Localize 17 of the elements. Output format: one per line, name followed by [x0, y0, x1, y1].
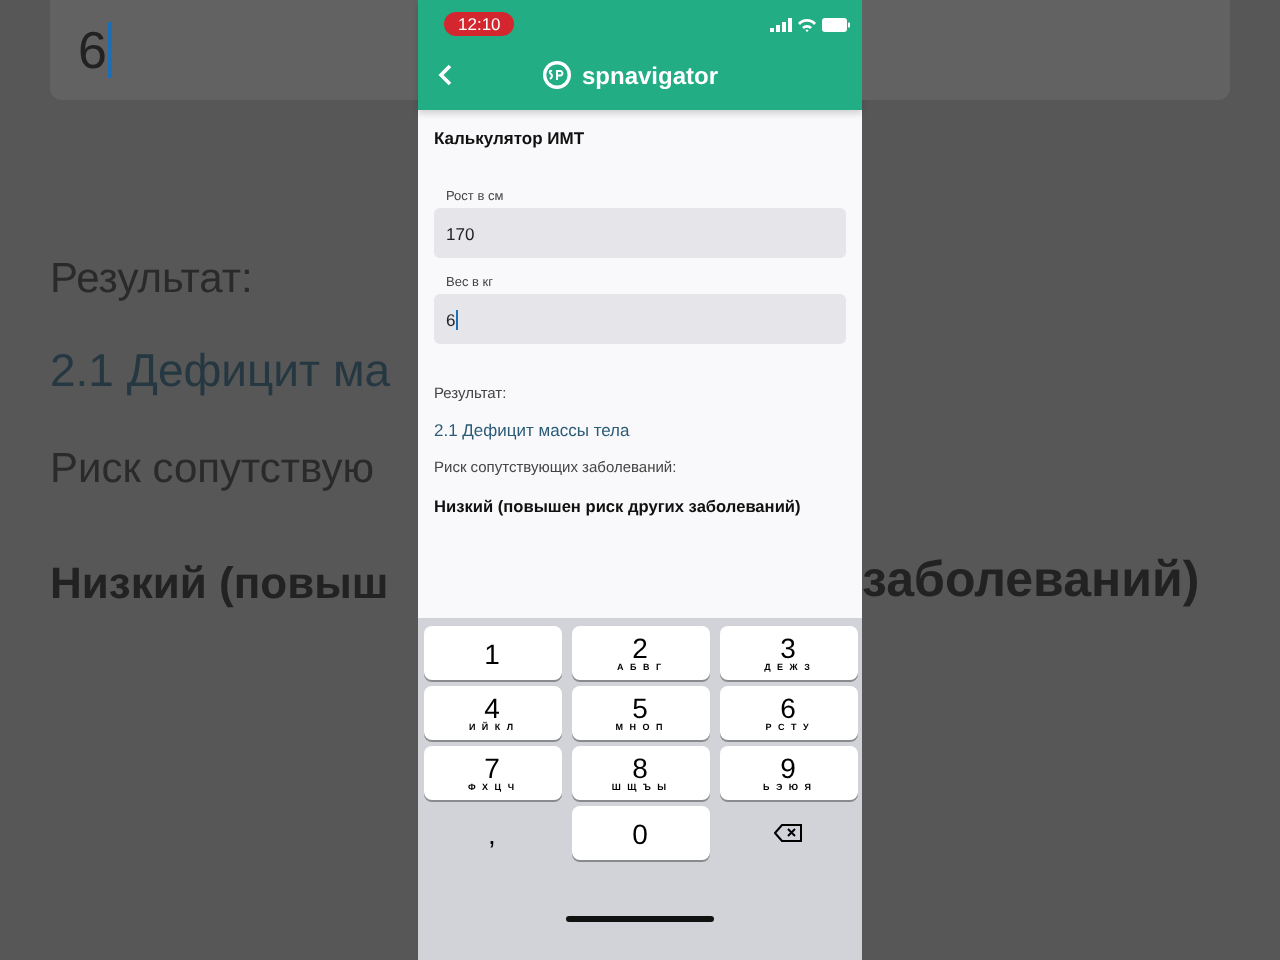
backspace-icon — [774, 824, 802, 842]
keypad-key[interactable]: 1 — [423, 626, 561, 680]
risk-text: Низкий (повышен риск других заболеваний) — [434, 496, 803, 516]
input-field[interactable]: 6 — [434, 294, 846, 344]
keypad-key[interactable]: 0 — [571, 806, 709, 860]
battery-icon — [822, 17, 850, 31]
wifi-icon — [798, 17, 816, 31]
result-text: 2.1 Дефицит массы тела — [434, 420, 632, 440]
comma-key[interactable]: , — [423, 806, 561, 860]
status-time: 12:10 — [444, 12, 515, 36]
app-title: spnavigator — [582, 61, 719, 89]
logo-icon — [542, 60, 572, 90]
input-field[interactable]: 170 — [434, 208, 846, 258]
back-icon[interactable] — [438, 64, 452, 86]
signal-icon — [770, 17, 792, 31]
field-value: 6 — [78, 19, 107, 81]
page-title: Калькулятор ИМТ — [434, 128, 587, 148]
